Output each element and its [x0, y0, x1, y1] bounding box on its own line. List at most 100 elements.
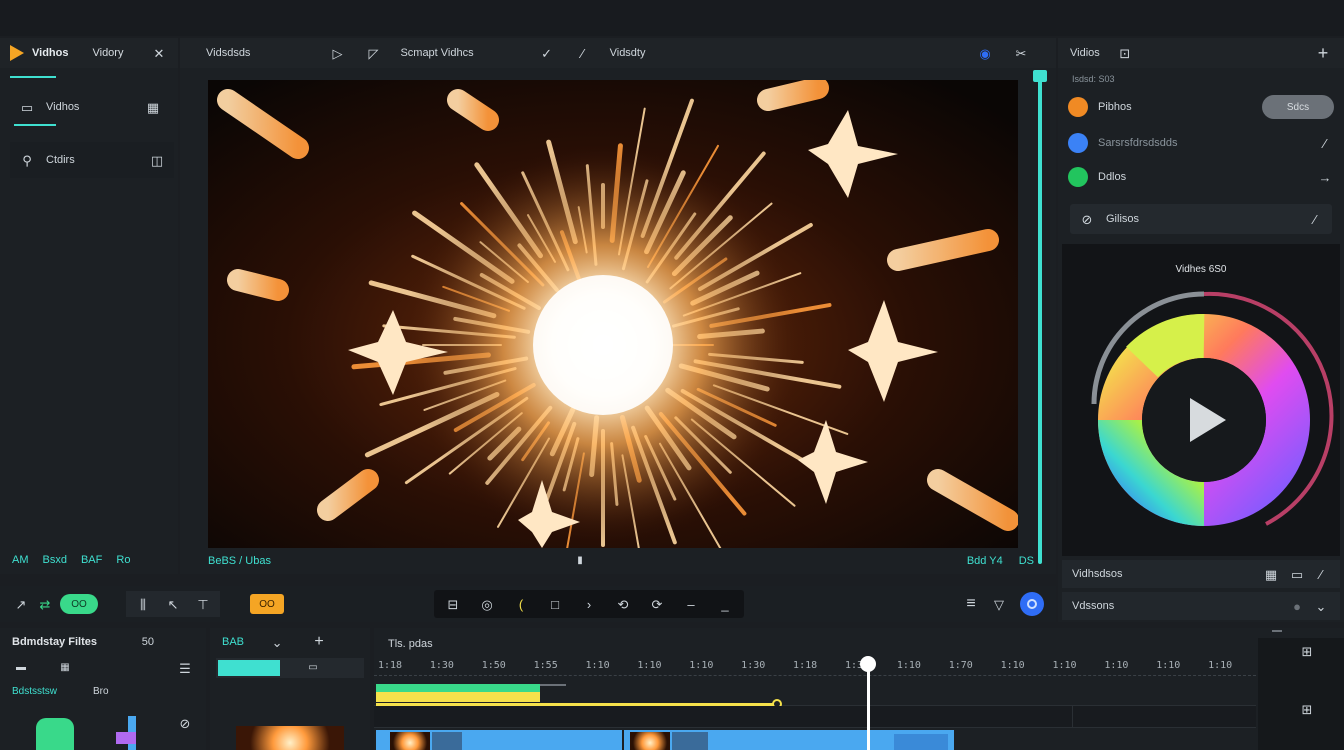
effects-category[interactable]: Bdstsstsw	[12, 686, 57, 697]
effects-category-2[interactable]: Bro	[93, 686, 109, 697]
qr-icon[interactable]: ▦	[1262, 565, 1280, 583]
brand-underline	[10, 76, 56, 78]
toggle-icon[interactable]: ●	[1288, 597, 1306, 615]
loop-icon[interactable]: ⟲	[614, 595, 632, 613]
list-icon[interactable]: ▬	[12, 659, 30, 677]
property-row-details[interactable]: Ddlos →	[1068, 164, 1334, 190]
minus-icon[interactable]: –	[682, 595, 700, 613]
filter-icon[interactable]: ▽	[990, 595, 1008, 613]
timeline-ruler[interactable]: 1:18 1:30 1:50 1:55 1:10 1:10 1:10 1:30 1:18 1:30…	[374, 658, 1256, 676]
edit-icon[interactable]: ⁄	[1312, 565, 1330, 583]
footer-row-1[interactable]: Vidhsdsos ▦ ▭ ⁄	[1062, 560, 1340, 588]
expand-icon[interactable]: ⊞	[1298, 642, 1316, 660]
magic-icon[interactable]: ✓	[538, 44, 556, 62]
menu-icon[interactable]: ≡	[962, 595, 980, 613]
clip-yellow-bar[interactable]	[376, 692, 540, 702]
property-label: Ddlos	[1098, 171, 1127, 183]
edit-icon[interactable]: ⁄	[1316, 134, 1334, 152]
clip-thumbnail[interactable]	[236, 726, 344, 750]
speed-badge[interactable]: OO	[250, 594, 284, 614]
add-icon[interactable]: +	[310, 633, 328, 651]
media-item-underline	[14, 124, 56, 126]
preview-label-right: Vidsdty	[609, 47, 646, 59]
status-label: AM	[12, 554, 29, 566]
wand-icon[interactable]: ⁄	[574, 44, 592, 62]
history-menu[interactable]: Vidory	[92, 47, 123, 59]
clip-thumb	[390, 732, 430, 750]
edit-icon[interactable]: ⊘	[176, 714, 194, 732]
bin-tab-active[interactable]	[218, 660, 280, 676]
clip-end-block	[894, 734, 948, 750]
more-icon[interactable]: _	[716, 595, 734, 613]
forward-icon[interactable]: ›	[580, 595, 598, 613]
record-icon[interactable]: ◉	[976, 44, 994, 62]
expand-icon[interactable]: ⊞	[1298, 700, 1316, 718]
tools-icon[interactable]: ✂	[1012, 44, 1030, 62]
property-action-button[interactable]: Sdcs	[1262, 95, 1334, 119]
rewind-icon[interactable]: ◎	[478, 595, 496, 613]
split-icon[interactable]: ⫼	[134, 595, 152, 613]
marker-icon[interactable]: ▮	[571, 552, 589, 570]
property-row-source[interactable]: Sarsrsfdrsdsdds ⁄	[1068, 130, 1334, 156]
effect-thumb-shape[interactable]	[116, 716, 146, 750]
color-wheel[interactable]	[1062, 272, 1340, 552]
brand-label[interactable]: Vidhos	[32, 47, 68, 59]
media-item-effects[interactable]: ⚲ Ctdirs ◫	[10, 142, 174, 178]
media-item-videos[interactable]: ▭ Vidhos ▦	[10, 90, 170, 124]
clip-bin: BAB ⌄ + ▭	[210, 628, 370, 750]
timeline-tick-label: 1:10	[1052, 660, 1077, 671]
bin-tab[interactable]: BAB	[222, 636, 244, 648]
export-icon[interactable]: ⊡	[1116, 44, 1134, 62]
layout-icon[interactable]: ◫	[148, 151, 166, 169]
text-icon[interactable]: ⊟	[444, 595, 462, 613]
play-outline-icon[interactable]: ▷	[328, 44, 346, 62]
swap-icon[interactable]: ⇄	[36, 595, 54, 613]
sort-icon[interactable]: ☰	[176, 659, 194, 677]
stop-icon[interactable]: □	[546, 595, 564, 613]
arrow-right-icon[interactable]: →	[1316, 168, 1334, 186]
clip-gray-line	[540, 684, 566, 686]
timeline-tick-label: 1:50	[481, 660, 506, 671]
clip-green[interactable]	[376, 684, 540, 692]
edit-icon[interactable]: ⁄	[1306, 210, 1324, 228]
record-button[interactable]	[1020, 592, 1044, 616]
status-label: Bsxd	[42, 554, 67, 566]
cursor-icon[interactable]: ↗	[12, 595, 30, 613]
grid-icon[interactable]: ▦	[56, 659, 74, 677]
video-preview[interactable]	[208, 80, 1018, 548]
preview-toolbar: Vidsdsds ▷ ◸ Scmapt Vidhcs ✓ ⁄ Vidsdty ◉…	[180, 38, 1056, 68]
search-label: Gilisos	[1106, 213, 1140, 225]
video-clip-1[interactable]	[376, 730, 622, 750]
timeline-side-panel: ⊞ ⊞	[1258, 638, 1344, 750]
status-label: Ro	[116, 554, 131, 566]
property-row-photos[interactable]: Pibhos Sdcs	[1068, 94, 1334, 120]
transition-icon[interactable]: ⟳	[648, 595, 666, 613]
video-clip-2[interactable]	[624, 730, 954, 750]
chevron-down-icon[interactable]: ⌄	[1312, 597, 1330, 615]
preview-scrollbar[interactable]	[1038, 72, 1042, 564]
property-search[interactable]: ⊘ Gilisos ⁄	[1070, 204, 1332, 234]
grid-icon[interactable]: ▦	[144, 98, 162, 116]
minimize-icon[interactable]: ▭	[1288, 565, 1306, 583]
timeline-title: Tls. pdas	[388, 638, 433, 650]
chevron-down-icon[interactable]: ⌄	[268, 633, 286, 651]
footer-label: Vdssons	[1072, 600, 1115, 612]
property-label: Sarsrsfdrsdsdds	[1098, 137, 1178, 149]
mode-pill[interactable]: OO	[60, 594, 98, 614]
pin-icon[interactable]: ⊤	[194, 595, 212, 613]
pin-icon[interactable]: ✕	[150, 44, 168, 62]
effects-code: 50	[141, 636, 154, 648]
bracket-icon[interactable]: (	[512, 595, 530, 613]
add-icon[interactable]: +	[1314, 44, 1332, 62]
timeline-tick-label: 1:30	[741, 660, 766, 671]
effect-thumb-green[interactable]	[36, 718, 74, 750]
crop-icon[interactable]: ◸	[364, 44, 382, 62]
playhead-handle[interactable]	[859, 656, 876, 672]
pointer-icon[interactable]: ↖	[164, 595, 182, 613]
preview-scrollbar-thumb[interactable]	[1033, 70, 1047, 82]
property-label: Pibhos	[1098, 101, 1132, 113]
footer-row-2[interactable]: Vdssons ● ⌄	[1062, 592, 1340, 620]
footer-label: Vidhsdsos	[1072, 568, 1123, 580]
timeline-corner-mark	[1272, 630, 1282, 632]
page-icon[interactable]: ▭	[304, 659, 322, 677]
